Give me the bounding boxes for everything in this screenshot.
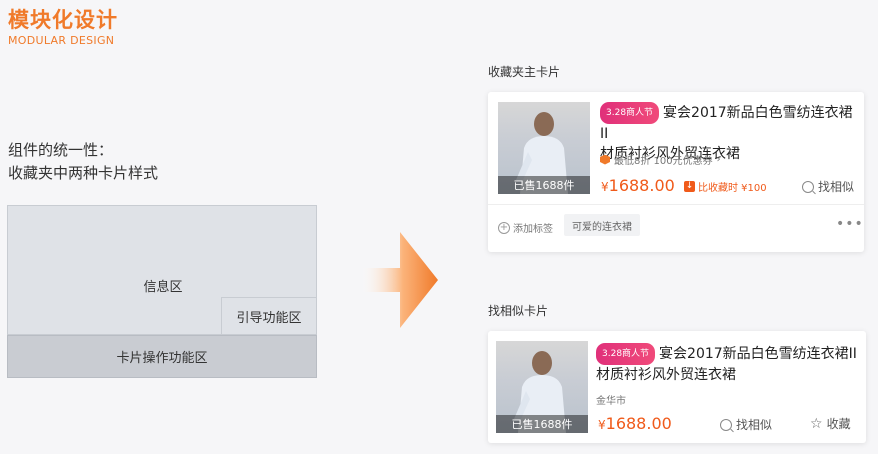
search-icon	[802, 180, 814, 193]
favorite-button[interactable]: ☆ 收藏	[810, 415, 851, 432]
tag-chip[interactable]: 可爱的连衣裙	[564, 214, 640, 236]
page-title: 模块化设计	[8, 8, 118, 32]
coupon-icon	[600, 154, 610, 165]
promo-text: 最低8折 100元优惠券	[614, 156, 713, 167]
card-divider	[488, 204, 864, 205]
add-tag-button[interactable]: + 添加标签	[498, 220, 553, 235]
favorite-main-card[interactable]: 已售1688件 3.28商人节 宴会2017新品白色雪纺连衣裙II 材质衬衫风外贸…	[488, 92, 864, 252]
action-area-block: 卡片操作功能区	[7, 335, 317, 378]
price-symbol: ¥	[598, 418, 606, 432]
price-symbol: ¥	[601, 180, 609, 194]
description-line-1: 组件的统一性：	[8, 141, 114, 159]
price: ¥1688.00	[601, 176, 675, 195]
add-tag-label: 添加标签	[513, 224, 553, 235]
price-drop-text: 比收藏时 ¥100	[698, 183, 767, 194]
similar-card-section-label: 找相似卡片	[488, 304, 549, 318]
sold-count: 已售1688件	[496, 415, 588, 433]
product-image[interactable]: 已售1688件	[498, 102, 590, 194]
more-options-icon[interactable]: •••	[836, 216, 864, 232]
arrow-right-icon	[360, 232, 438, 328]
price-drop-icon: ↓	[684, 181, 695, 192]
description-line-2: 收藏夹中两种卡片样式	[8, 164, 159, 182]
search-icon	[720, 418, 732, 431]
plus-icon: +	[498, 221, 510, 234]
description: 组件的统一性： 收藏夹中两种卡片样式	[8, 139, 158, 185]
card-structure-diagram: 信息区 引导功能区 卡片操作功能区	[7, 205, 317, 378]
promo-badge: 3.28商人节	[600, 102, 660, 124]
find-similar-label: 找相似	[818, 180, 855, 194]
chevron-right-icon: ›	[716, 154, 721, 165]
product-image[interactable]: 已售1688件	[496, 341, 588, 433]
product-title[interactable]: 3.28商人节 宴会2017新品白色雪纺连衣裙II 材质衬衫风外贸连衣裙	[596, 343, 858, 385]
promo-info[interactable]: 最低8折 100元优惠券 ›	[600, 152, 721, 167]
sold-count: 已售1688件	[498, 176, 590, 194]
find-similar-button[interactable]: 找相似	[802, 178, 854, 195]
promo-badge: 3.28商人节	[596, 343, 656, 365]
price-value: 1688.00	[608, 176, 675, 195]
favorite-label: 收藏	[826, 417, 851, 431]
product-title-line-1: 宴会2017新品白色雪纺连衣裙II	[659, 346, 857, 362]
info-area-label: 信息区	[143, 280, 183, 295]
price-value: 1688.00	[605, 414, 672, 433]
product-title-line-2: 材质衬衫风外贸连衣裙	[596, 367, 736, 383]
main-card-section-label: 收藏夹主卡片	[488, 65, 561, 79]
find-similar-label: 找相似	[736, 418, 773, 432]
star-icon: ☆	[810, 415, 823, 432]
guide-area-block: 引导功能区	[221, 297, 317, 335]
find-similar-button[interactable]: 找相似	[720, 416, 772, 433]
location: 金华市	[596, 396, 626, 407]
price: ¥1688.00	[598, 414, 672, 433]
page-subtitle: MODULAR DESIGN	[8, 34, 115, 47]
price-drop: ↓ 比收藏时 ¥100	[684, 179, 767, 194]
find-similar-card[interactable]: 已售1688件 3.28商人节 宴会2017新品白色雪纺连衣裙II 材质衬衫风外贸…	[488, 331, 866, 443]
